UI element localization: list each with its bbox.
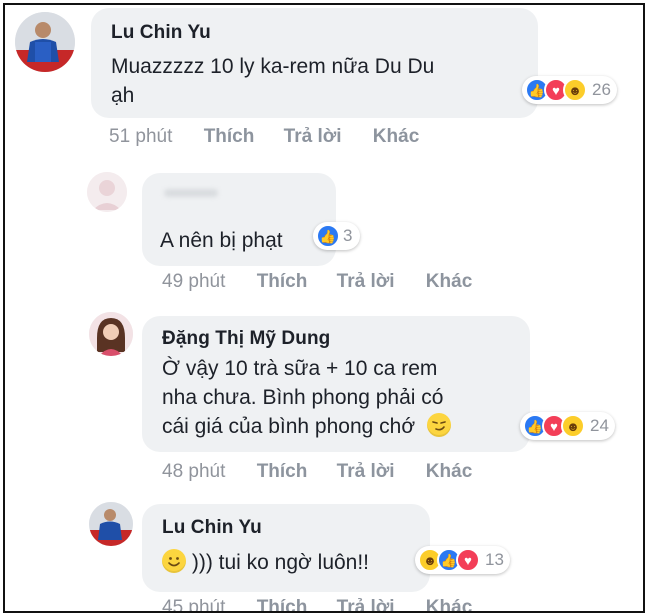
reply-link[interactable]: Trả lời xyxy=(337,271,395,293)
love-icon: ♥ xyxy=(456,548,480,572)
like-link[interactable]: Thích xyxy=(257,271,308,293)
smirk-emoji-icon xyxy=(426,413,451,437)
avatar[interactable] xyxy=(89,502,133,546)
haha-icon: ☻ xyxy=(561,414,585,438)
comment-actions: 45 phút Thích Trả lời Khác xyxy=(162,597,472,611)
reaction-summary[interactable]: 👍 ♥ ☻ 26 xyxy=(522,76,617,104)
comment-time[interactable]: 48 phút xyxy=(162,461,225,483)
reaction-count: 3 xyxy=(343,226,353,245)
avatar[interactable] xyxy=(89,312,133,356)
comment-author[interactable]: Lu Chin Yu xyxy=(111,22,211,44)
comment-actions: 49 phút Thích Trả lời Khác xyxy=(162,271,472,293)
comment-bubble: Đặng Thị Mỹ Dung Ờ vậy 10 trà sữa + 10 c… xyxy=(142,316,530,452)
comment-bubble: Lu Chin Yu ))) tui ko ngờ luôn!! xyxy=(142,504,430,592)
comment-time[interactable]: 45 phút xyxy=(162,597,225,611)
comment-text-line: ạh xyxy=(111,84,135,107)
reaction-summary[interactable]: ☻ 👍 ♥ 13 xyxy=(415,546,510,574)
reply-link[interactable]: Trả lời xyxy=(284,126,342,148)
more-link[interactable]: Khác xyxy=(426,461,472,483)
avatar[interactable] xyxy=(87,172,127,212)
blurred-author-name xyxy=(164,189,218,197)
more-link[interactable]: Khác xyxy=(426,597,472,611)
comment-text-line: nha chưa. Bình phong phải có xyxy=(162,386,444,409)
comment-author[interactable]: Đặng Thị Mỹ Dung xyxy=(162,328,330,350)
comment-text: Ờ vậy 10 trà sữa + 10 ca rem nha chưa. B… xyxy=(162,354,522,441)
reply-link[interactable]: Trả lời xyxy=(337,461,395,483)
avatar[interactable] xyxy=(15,12,75,72)
comment-bubble: Lu Chin Yu Muazzzzz 10 ly ka-rem nữa Du … xyxy=(91,8,538,118)
haha-icon: ☻ xyxy=(563,78,587,102)
comment-thread: Lu Chin Yu Muazzzzz 10 ly ka-rem nữa Du … xyxy=(3,3,645,613)
comment-text: ))) tui ko ngờ luôn!! xyxy=(191,551,370,574)
comment-text-line-wrap: cái giá của bình phong chớ xyxy=(162,412,522,441)
comment-text-line: Muazzzzz 10 ly ka-rem nữa Du Du xyxy=(111,55,435,78)
comment-actions: 51 phút Thích Trả lời Khác xyxy=(109,126,419,148)
like-icon: 👍 xyxy=(316,224,340,248)
reaction-summary[interactable]: 👍 ♥ ☻ 24 xyxy=(520,412,615,440)
like-link[interactable]: Thích xyxy=(204,126,255,148)
reaction-summary[interactable]: 👍 3 xyxy=(313,222,361,250)
comment-text-line: Ờ vậy 10 trà sữa + 10 ca rem xyxy=(162,357,438,380)
comment-time[interactable]: 51 phút xyxy=(109,126,172,148)
comment-actions: 48 phút Thích Trả lời Khác xyxy=(162,461,472,483)
reaction-count: 13 xyxy=(485,550,504,569)
comment-time[interactable]: 49 phút xyxy=(162,271,225,293)
comment-text: Muazzzzz 10 ly ka-rem nữa Du Du ạh xyxy=(111,52,531,110)
reply-link[interactable]: Trả lời xyxy=(337,597,395,611)
like-link[interactable]: Thích xyxy=(257,461,308,483)
more-link[interactable]: Khác xyxy=(426,271,472,293)
reaction-count: 24 xyxy=(590,416,609,435)
comment-text-line: cái giá của bình phong chớ xyxy=(162,415,416,438)
comment-text-wrap: ))) tui ko ngờ luôn!! xyxy=(162,548,369,577)
comment-bubble: A nên bị phạt xyxy=(142,173,336,266)
more-link[interactable]: Khác xyxy=(373,126,419,148)
reaction-count: 26 xyxy=(592,80,611,99)
comment-author[interactable]: Lu Chin Yu xyxy=(162,517,262,539)
smile-emoji-icon xyxy=(162,549,186,573)
like-link[interactable]: Thích xyxy=(257,597,308,611)
comment-text: A nên bị phạt xyxy=(160,229,283,252)
